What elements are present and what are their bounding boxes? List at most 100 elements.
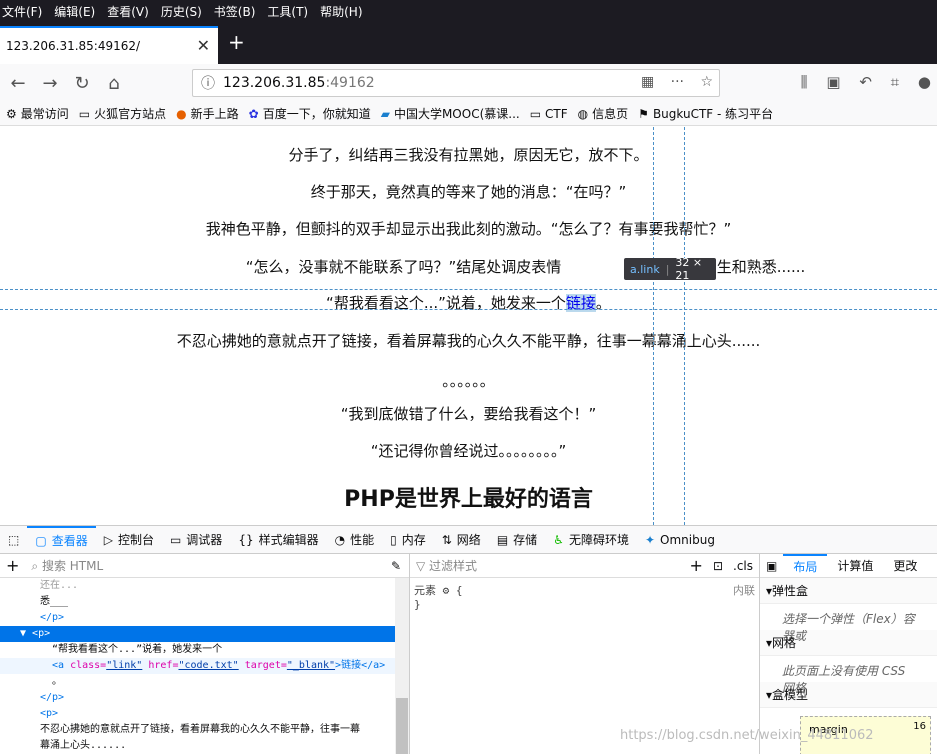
url-actions: ▦ ··· ☆ xyxy=(629,74,713,90)
story-line: 分手了，纠结再三我没有拉黑她，原因无它，放不下。 xyxy=(288,146,649,164)
markup-scrollbar[interactable] xyxy=(395,578,409,754)
folder-icon: ▭ xyxy=(78,106,91,121)
style-editor-icon: {} xyxy=(238,532,254,547)
bookmarks-toolbar: ⚙ 最常访问 ▭ 火狐官方站点 ● 新手上路 ✿ 百度一下，你就知道 ▰ 中国大学MOOC… xyxy=(0,102,937,126)
story-line: 陌生和熟悉...... xyxy=(701,258,806,276)
menu-tools[interactable]: 工具(T) xyxy=(267,3,308,20)
section-box-model[interactable]: ▾ 盒模型 xyxy=(760,682,937,708)
menu-history[interactable]: 历史(S) xyxy=(161,3,202,20)
tab-title: 123.206.31.85:49162/ xyxy=(6,39,141,53)
tree-node[interactable]: <p> xyxy=(0,706,409,722)
toolbar-right: ⫼ ▣ ↶ ⌗ ● xyxy=(787,73,931,91)
library-icon[interactable]: ⫼ xyxy=(801,73,808,91)
forward-icon[interactable]: → xyxy=(36,73,64,94)
close-tab-icon[interactable]: ✕ xyxy=(197,36,210,55)
section-flexbox[interactable]: ▾ 弹性盒 xyxy=(760,578,937,604)
storage-icon: ▤ xyxy=(496,532,509,547)
bookmark-item[interactable]: ✿ 百度一下，你就知道 xyxy=(249,105,371,122)
bookmark-item[interactable]: ● 新手上路 xyxy=(176,105,239,122)
more-actions-icon[interactable]: ··· xyxy=(671,74,684,90)
page-content: 分手了，纠结再三我没有拉黑她，原因无它，放不下。 终于那天，竟然真的等来了她的消… xyxy=(0,127,937,525)
bookmark-item[interactable]: ⚑ BugkuCTF - 练习平台 xyxy=(638,105,773,122)
reload-icon[interactable]: ↻ xyxy=(68,73,96,94)
tab-performance[interactable]: ◔ 性能 xyxy=(327,526,383,554)
chat-icon[interactable]: ● xyxy=(918,73,931,91)
bookmark-star-icon[interactable]: ☆ xyxy=(700,74,713,90)
tree-node-close[interactable]: </p> xyxy=(0,690,409,706)
bookmark-item[interactable]: ◍ 信息页 xyxy=(578,105,629,122)
tab-console[interactable]: ▷ 控制台 xyxy=(96,526,162,554)
browser-tab[interactable]: 123.206.31.85:49162/ ✕ xyxy=(0,26,218,64)
menu-bookmarks[interactable]: 书签(B) xyxy=(214,3,256,20)
tree-text: 幕涌上心头...... xyxy=(40,740,127,751)
margin-value[interactable]: 16 xyxy=(913,721,926,732)
story-line: 。。。。。。 xyxy=(442,372,495,390)
scrollbar-thumb[interactable] xyxy=(396,698,408,754)
undo-icon[interactable]: ↶ xyxy=(859,73,872,91)
menu-view[interactable]: 查看(V) xyxy=(107,3,149,20)
flexbox-body: 选择一个弹性（Flex）容器或 xyxy=(782,612,915,643)
pseudo-class-icon[interactable]: ⊡ xyxy=(709,559,727,573)
menu-edit[interactable]: 编辑(E) xyxy=(54,3,95,20)
menu-file[interactable]: 文件(F) xyxy=(2,3,42,20)
tab-inspector[interactable]: ▢ 查看器 xyxy=(27,525,96,554)
add-node-icon[interactable]: + xyxy=(0,556,25,575)
tab-style-editor[interactable]: {} 样式编辑器 xyxy=(230,526,326,554)
story-line: “还记得你曾经说过。。。。。。。。” xyxy=(370,442,567,460)
highlight-guide-bottom xyxy=(0,309,937,310)
highlight-guide-left xyxy=(653,127,654,525)
page-heading: PHP是世界上最好的语言 xyxy=(344,487,593,512)
tree-node-selected[interactable]: ▼ <p> xyxy=(0,626,409,642)
mooc-icon: ▰ xyxy=(380,106,390,121)
highlight-guide-top xyxy=(0,289,937,290)
inspector-icon: ▢ xyxy=(35,533,47,548)
eyedropper-icon[interactable]: ✎ xyxy=(383,559,409,573)
tab-computed[interactable]: 计算值 xyxy=(827,554,883,578)
memory-icon: ▯ xyxy=(390,532,397,547)
back-icon[interactable]: ← xyxy=(4,73,32,94)
tab-network[interactable]: ⇅ 网络 xyxy=(434,526,489,554)
filter-styles-input[interactable]: ▽ 过滤样式 xyxy=(416,557,678,574)
url-host: 123.206.31.85 xyxy=(223,75,326,91)
tree-node-link[interactable]: <a class="link" href="code.txt" target="… xyxy=(0,658,409,674)
sidebar-icon[interactable]: ▣ xyxy=(826,73,840,91)
tab-debugger[interactable]: ▭ 调试器 xyxy=(162,526,230,554)
qr-code-icon[interactable]: ▦ xyxy=(641,74,654,90)
tab-memory[interactable]: ▯ 内存 xyxy=(382,526,434,554)
tab-storage[interactable]: ▤ 存储 xyxy=(489,526,545,554)
section-grid[interactable]: ▾ 网格 xyxy=(760,630,937,656)
markup-tree: 还在... 悉___ </p> ▼ <p> “帮我看看这个...”说着，她发来一… xyxy=(0,578,409,754)
console-icon: ▷ xyxy=(103,532,113,547)
highlight-guide-right xyxy=(684,127,685,525)
menu-help[interactable]: 帮助(H) xyxy=(320,3,362,20)
story-line: 终于那天，竟然真的等来了她的消息：“在吗？” xyxy=(310,183,627,201)
tab-changes[interactable]: 更改 xyxy=(883,554,927,578)
devtools-tabs: ⬚ ▢ 查看器 ▷ 控制台 ▭ 调试器 {} 样式编辑器 ◔ 性能 ▯ 内存 ⇅ 网络 ▤ 存储… xyxy=(0,525,937,554)
tab-omnibug[interactable]: ✦ Omnibug xyxy=(637,526,723,554)
tree-node-close[interactable]: </p> xyxy=(0,610,409,626)
flag-icon: ⚑ xyxy=(638,106,649,121)
cls-toggle[interactable]: .cls xyxy=(727,559,759,573)
pick-element-icon[interactable]: ⬚ xyxy=(0,526,27,554)
bookmark-item[interactable]: ⚙ 最常访问 xyxy=(6,105,69,122)
story-line: “我到底做错了什么，要给我看这个！” xyxy=(340,405,597,423)
add-rule-icon[interactable]: + xyxy=(684,556,709,575)
tree-text: “帮我看看这个...”说着，她发来一个 xyxy=(52,644,223,655)
url-bar[interactable]: ⓘ 123.206.31.85 :49162 ▦ ··· ☆ xyxy=(192,69,720,97)
rule-source: 内联 xyxy=(733,584,755,597)
new-tab-icon[interactable]: + xyxy=(228,30,245,54)
bookmark-item[interactable]: ▰ 中国大学MOOC(慕课... xyxy=(381,105,520,122)
home-icon[interactable]: ⌂ xyxy=(100,73,128,94)
expand-arrow-icon[interactable]: ▼ xyxy=(20,628,32,639)
info-icon[interactable]: ⓘ xyxy=(193,73,223,93)
search-html-input[interactable]: ⌕ 搜索 HTML xyxy=(31,557,377,574)
tree-text: 还在... xyxy=(40,580,79,591)
bookmark-item[interactable]: ▭ 火狐官方站点 xyxy=(79,105,166,122)
toggle-sidebar-icon[interactable]: ▣ xyxy=(760,559,783,573)
tab-accessibility[interactable]: ♿ 无障碍环境 xyxy=(545,526,637,554)
tab-layout[interactable]: 布局 xyxy=(783,554,828,578)
crop-icon[interactable]: ⌗ xyxy=(891,73,899,91)
layout-panel: ▣ 布局 计算值 更改 ▾ 弹性盒 选择一个弹性（Flex）容器或 ▾ 网格 此… xyxy=(760,554,937,754)
bookmark-item[interactable]: ▭ CTF xyxy=(530,107,568,121)
tree-text: 悉___ xyxy=(40,596,69,607)
